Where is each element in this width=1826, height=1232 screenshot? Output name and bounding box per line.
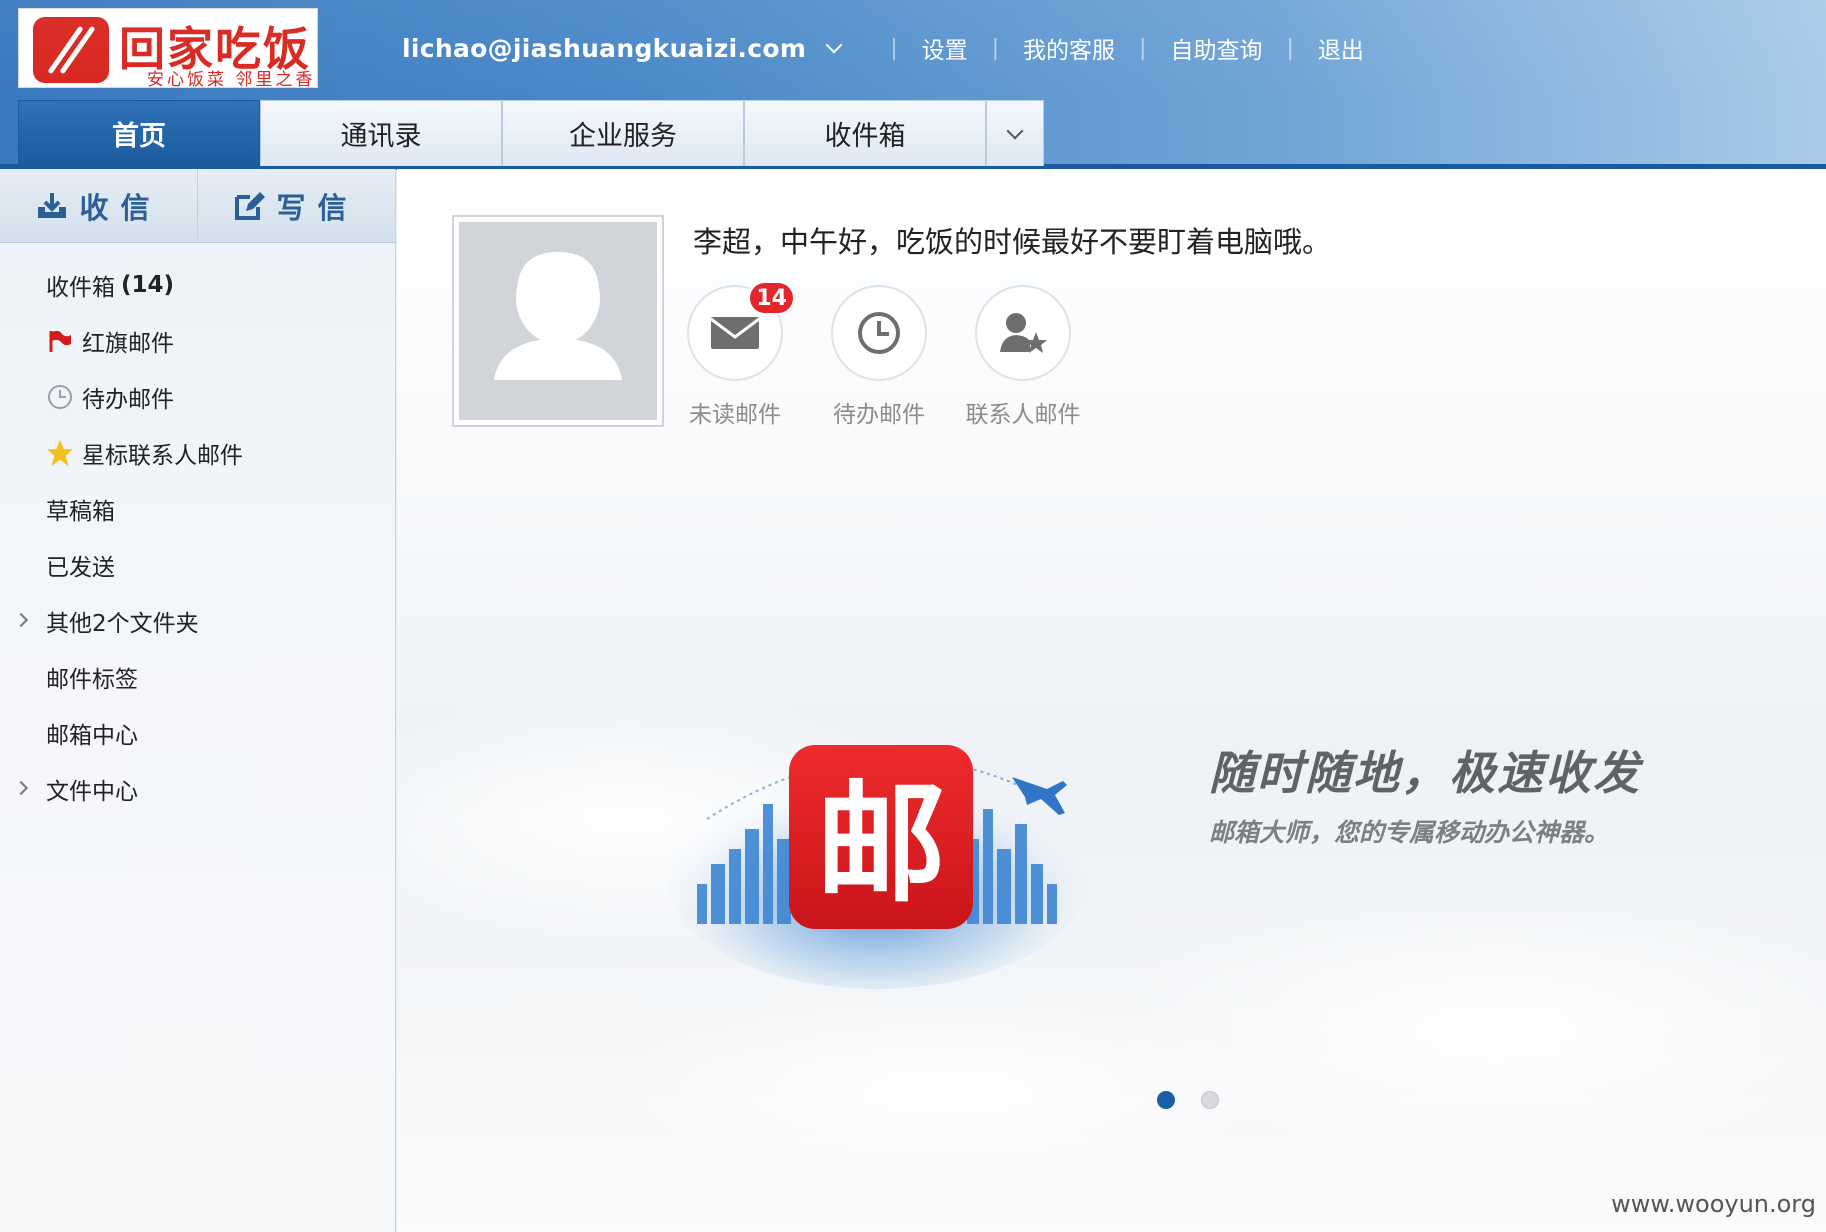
sidebar-item-other-folders[interactable]: 其他2个文件夹 [0,593,395,649]
quick-link-unread[interactable]: 14 未读邮件 [675,281,795,429]
settings-link[interactable]: 设置 [922,31,968,65]
folder-label: 红旗邮件 [82,331,174,357]
clock-icon [46,384,74,410]
sidebar: 收信 写信 收件箱 (14) 红旗邮件 待办邮件 星标联系人邮件 草稿箱 已发送… [0,169,396,1232]
account-email[interactable]: lichao@jiashuangkuaizi.com [402,34,806,63]
folder-label: 待办邮件 [82,387,174,413]
customer-service-link[interactable]: 我的客服 [1023,31,1115,65]
top-navigation: lichao@jiashuangkuaizi.com | 设置 | 我的客服 |… [402,28,1364,68]
inbox-download-icon [38,192,67,218]
sidebar-item-red-flag[interactable]: 红旗邮件 [0,313,395,369]
compose-mail-label: 写信 [276,190,359,225]
quick-link-label: 未读邮件 [689,402,781,428]
star-icon [46,438,74,468]
mail-actions-bar: 收信 写信 [0,169,395,243]
sidebar-item-file-center[interactable]: 文件中心 [0,761,395,817]
tab-inbox[interactable]: 收件箱 [744,100,986,166]
envelope-icon [710,317,760,349]
chevron-down-icon [1006,122,1024,139]
promo-subtitle: 邮箱大师，您的专属移动办公神器。 [1209,818,1610,847]
watermark-text: www.wooyun.org [1611,1190,1816,1218]
tab-home[interactable]: 首页 [18,100,260,166]
quick-link-label: 联系人邮件 [965,402,1081,428]
sidebar-item-mailbox-center[interactable]: 邮箱中心 [0,705,395,761]
carousel-indicator [1157,1091,1245,1109]
unread-badge: 14 [748,281,795,315]
chopsticks-logo-icon [33,17,109,83]
carousel-dot-2[interactable] [1201,1091,1219,1109]
compose-mail-button[interactable]: 写信 [198,169,395,242]
quick-link-todo[interactable]: 待办邮件 [819,285,939,429]
brand-logo[interactable]: 回家吃饭 安心饭菜 邻里之香 [18,8,318,90]
avatar-placeholder-icon [459,222,657,420]
self-query-link[interactable]: 自助查询 [1170,31,1262,65]
folder-label: 已发送 [46,555,115,581]
folder-label: 邮箱中心 [46,723,138,749]
folder-label: 草稿箱 [46,499,115,525]
promo-title: 随时随地，极速收发 [1209,746,1641,800]
chevron-right-icon[interactable] [13,780,29,796]
logo-subtitle: 安心饭菜 邻里之香 [147,70,316,90]
folder-label: 星标联系人邮件 [82,443,243,469]
receive-mail-label: 收信 [79,190,162,225]
sidebar-item-sent[interactable]: 已发送 [0,537,395,593]
carousel-dot-1[interactable] [1157,1091,1175,1109]
unread-count: (14) [121,272,175,298]
sidebar-item-drafts[interactable]: 草稿箱 [0,481,395,537]
tab-enterprise-services[interactable]: 企业服务 [502,100,744,166]
city-skyline-illustration: 邮 [667,745,1087,989]
sidebar-item-starred-contacts[interactable]: 星标联系人邮件 [0,425,395,481]
cloud-decoration [597,989,1297,1189]
folder-label: 其他2个文件夹 [46,611,199,637]
quick-link-contacts[interactable]: 联系人邮件 [963,285,1083,429]
compose-pencil-icon [235,191,266,220]
contact-star-icon [1000,313,1047,353]
main-content: 李超，中午好，吃饭的时候最好不要盯着电脑哦。 14 未读邮件 待办邮件 联系人邮… [397,169,1826,1232]
receive-mail-button[interactable]: 收信 [0,169,198,242]
user-avatar[interactable] [452,215,664,427]
folder-label: 收件箱 [46,275,115,301]
red-flag-icon [46,329,74,353]
sidebar-item-todo[interactable]: 待办邮件 [0,369,395,425]
logout-link[interactable]: 退出 [1318,31,1364,65]
folder-label: 邮件标签 [46,667,138,693]
folder-label: 文件中心 [46,779,138,805]
sidebar-item-inbox[interactable]: 收件箱 (14) [0,257,395,313]
quick-link-label: 待办邮件 [833,402,925,428]
app-glyph: 邮 [816,768,946,920]
sidebar-item-mail-tags[interactable]: 邮件标签 [0,649,395,705]
greeting-text: 李超，中午好，吃饭的时候最好不要盯着电脑哦。 [693,225,1332,259]
clock-icon [858,312,900,354]
chevron-right-icon[interactable] [13,612,29,628]
main-tabs: 首页 通讯录 企业服务 收件箱 [18,100,1044,166]
folder-list: 收件箱 (14) 红旗邮件 待办邮件 星标联系人邮件 草稿箱 已发送 其他2个文… [0,257,395,817]
chevron-down-icon[interactable] [825,36,843,54]
tab-more-button[interactable] [986,100,1044,166]
logo-title: 回家吃饭 [119,22,311,76]
tab-contacts[interactable]: 通讯录 [260,100,502,166]
